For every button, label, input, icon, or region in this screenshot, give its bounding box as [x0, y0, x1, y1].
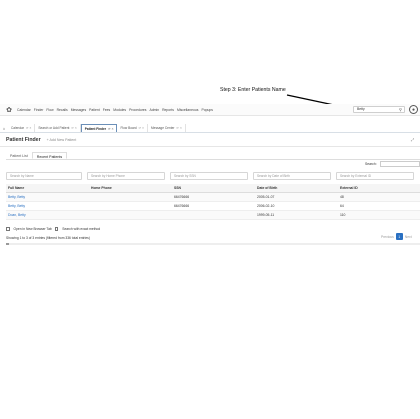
tab-flow-board[interactable]: Flow Board ⟳ × [117, 124, 149, 132]
cell-dob: 1999-05-11 [255, 210, 338, 220]
tab-label: Patient Finder [84, 127, 107, 131]
filter-phone-input[interactable]: Search by Home Phone [87, 172, 165, 180]
scrollbar-thumb[interactable] [6, 243, 9, 245]
main-menu: Calendar Finder Flow Recalls Messages Pa… [17, 108, 213, 112]
search-icon[interactable]: ⚲ [397, 106, 404, 112]
menu-fees[interactable]: Fees [103, 108, 111, 112]
cell-ssn: 66476666 [172, 192, 255, 202]
divider [0, 146, 420, 147]
column-header[interactable]: Date of Birth [255, 184, 338, 193]
table-row[interactable]: Doan, Betty 1999-05-11 110 [6, 210, 420, 220]
user-circle-icon[interactable]: ● [409, 105, 418, 114]
menu-calendar[interactable]: Calendar [17, 108, 31, 112]
top-navbar: ✿ Calendar Finder Flow Recalls Messages … [0, 104, 420, 116]
table-header-row: Full Name Home Phone SSN Date of Birth E… [6, 184, 420, 193]
openemr-logo-icon[interactable]: ✿ [4, 105, 14, 115]
horizontal-scrollbar[interactable] [6, 243, 420, 245]
close-icon[interactable]: ⟳ × [26, 126, 31, 130]
table-row[interactable]: Betty, Betty 66476666 2005-01-07 48 [6, 192, 420, 202]
menu-popups[interactable]: Popups [201, 108, 213, 112]
finder-subtabs: Patient List Recent Patients [6, 152, 420, 160]
tab-strip: ⌂ Calendar ⟳ × Search or Add Patient ⟳ × P… [0, 124, 420, 133]
cell-ssn: 66476666 [172, 201, 255, 211]
filter-ssn-input[interactable]: Search by SSN [170, 172, 248, 180]
cell-ssn [172, 210, 255, 220]
menu-patient[interactable]: Patient [89, 108, 100, 112]
cell-external-id: 110 [338, 210, 420, 220]
patients-table: Full Name Home Phone SSN Date of Birth E… [6, 184, 420, 220]
tab-label: Message Center [151, 126, 175, 130]
cell-external-id: 64 [338, 201, 420, 211]
table-row[interactable]: Betty, Betty 66476666 2006-02-10 64 [6, 201, 420, 211]
expand-icon[interactable]: ⤢ [411, 137, 414, 142]
next-page-button[interactable]: Next [405, 235, 412, 239]
cell-name[interactable]: Betty, Betty [6, 192, 89, 202]
tab-recent-patients[interactable]: Recent Patients [31, 152, 68, 159]
page-title: Patient Finder [6, 137, 41, 143]
cell-phone [89, 201, 172, 211]
add-label: Add New Patient [49, 138, 77, 142]
page-1-button[interactable]: 1 [395, 233, 403, 240]
column-header[interactable]: Full Name [6, 184, 89, 193]
tab-calendar[interactable]: Calendar ⟳ × [8, 124, 36, 132]
finder-header: Patient Finder + Add New Patient [6, 137, 76, 143]
exact-search-checkbox[interactable] [54, 227, 59, 231]
tab-message-center[interactable]: Message Center ⟳ × [148, 124, 186, 132]
menu-flow[interactable]: Flow [46, 108, 53, 112]
cell-dob: 2005-01-07 [255, 192, 338, 202]
cell-external-id: 48 [338, 192, 420, 202]
table-search-label: Search: [365, 162, 377, 166]
menu-messages[interactable]: Messages [71, 108, 86, 112]
previous-page-button[interactable]: Previous [381, 235, 394, 239]
menu-finder[interactable]: Finder [34, 108, 44, 112]
menu-modules[interactable]: Modules [113, 108, 126, 112]
filter-dob-input[interactable]: Search by Date of Birth [253, 172, 331, 180]
filter-external-id-input[interactable]: Search by External ID [336, 172, 414, 180]
tab-search-add-patient[interactable]: Search or Add Patient ⟳ × [35, 124, 81, 132]
tab-patient-list[interactable]: Patient List [6, 152, 32, 159]
filter-name-input[interactable]: Search by Name [6, 172, 82, 180]
new-tab-checkbox[interactable] [6, 227, 10, 231]
menu-procedures[interactable]: Procedures [129, 108, 146, 112]
close-icon[interactable]: ⟳ × [71, 126, 76, 130]
pagination: Previous 1 Next [381, 233, 412, 240]
cell-phone [89, 192, 172, 202]
tab-label: Search or Add Patient [38, 126, 70, 130]
close-icon[interactable]: ⟳ × [176, 126, 181, 130]
cell-name[interactable]: Betty, Betty [6, 201, 89, 211]
tab-patient-finder[interactable]: Patient Finder ⟳ × [80, 124, 118, 132]
instruction-annotation: Step 3: Enter Patients Name [220, 87, 286, 93]
column-header[interactable]: SSN [172, 184, 255, 193]
table-search-input[interactable] [380, 160, 420, 167]
new-tab-label: Open in New Browser Tab [13, 227, 52, 231]
menu-admin[interactable]: Admin [149, 108, 159, 112]
cell-phone [89, 210, 172, 220]
tab-label: Calendar [11, 126, 24, 130]
cell-dob: 2006-02-10 [255, 201, 338, 211]
search-options: Open in New Browser Tab Search with exac… [6, 227, 100, 231]
menu-miscellaneous[interactable]: Miscellaneous [177, 108, 199, 112]
menu-recalls[interactable]: Recalls [57, 108, 68, 112]
exact-search-label: Search with exact method [62, 227, 101, 231]
add-new-patient-button[interactable]: + Add New Patient [47, 138, 77, 142]
column-header[interactable]: Home Phone [89, 184, 172, 193]
close-icon[interactable]: ⟳ × [139, 126, 144, 130]
close-icon[interactable]: ⟳ × [108, 127, 113, 131]
menu-reports[interactable]: Reports [162, 108, 174, 112]
home-icon[interactable]: ⌂ [0, 126, 8, 131]
column-filters: Search by Name Search by Home Phone Sear… [6, 172, 419, 180]
tab-label: Flow Board [120, 126, 137, 130]
entries-info: Showing 1 to 3 of 3 entries (filtered fr… [6, 236, 90, 240]
cell-name[interactable]: Doan, Betty [6, 210, 89, 220]
column-header[interactable]: External ID [338, 184, 420, 193]
